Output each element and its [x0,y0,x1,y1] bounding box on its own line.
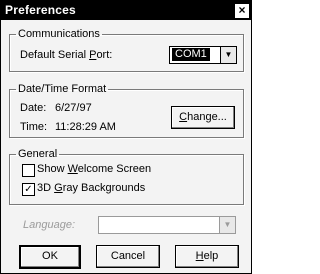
cancel-button[interactable]: Cancel [96,245,160,268]
date-value: 6/27/97 [55,102,92,114]
welcome-label: Show Welcome Screen [37,163,152,175]
ok-button[interactable]: OK [19,245,81,269]
serial-port-select[interactable]: COM1 ▼ [169,46,237,64]
welcome-checkbox[interactable] [22,164,35,177]
communications-legend: Communications [18,28,100,40]
gray-backgrounds-checkbox[interactable]: ✓ [22,183,35,196]
close-icon[interactable]: × [234,3,250,19]
preferences-dialog: Preferences × Communications Default Ser… [0,0,252,274]
title-bar[interactable]: Preferences × [1,1,251,20]
date-label: Date: [20,102,47,114]
serial-port-label: Default Serial Port: [20,49,113,61]
general-legend: General [18,148,58,160]
datetime-legend: Date/Time Format [18,83,107,95]
general-group: General [9,148,244,205]
gray-backgrounds-label: 3D Gray Backgrounds [37,182,146,194]
window-title: Preferences [5,3,76,17]
time-label: Time: [20,121,48,133]
help-button[interactable]: Help [175,245,239,268]
chevron-down-icon[interactable]: ▼ [219,217,235,233]
language-label: Language: [23,219,75,231]
change-button[interactable]: Change... [171,106,235,129]
language-select[interactable]: ▼ [98,216,236,234]
serial-port-value: COM1 [172,48,210,61]
chevron-down-icon[interactable]: ▼ [220,47,236,63]
check-icon: ✓ [24,184,33,195]
time-value: 11:28:29 AM [55,121,116,133]
